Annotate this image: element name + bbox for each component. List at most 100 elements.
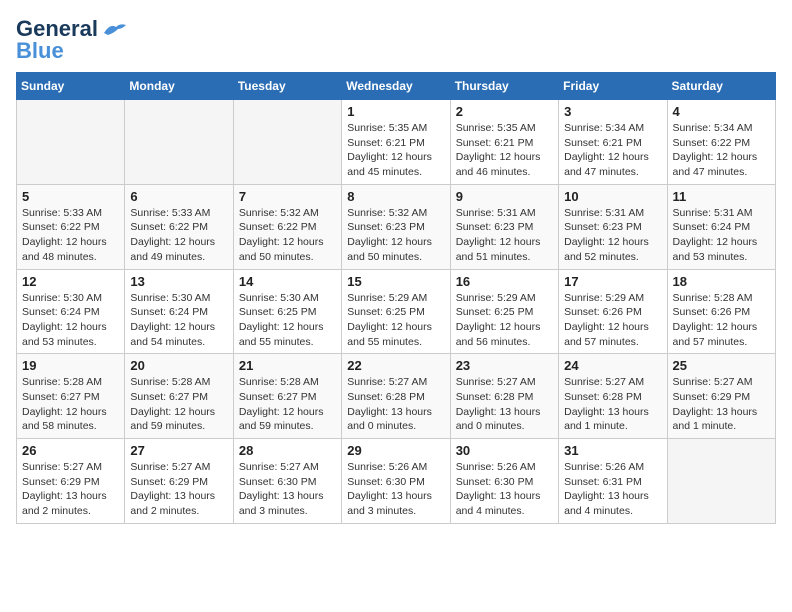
calendar-cell: 22 Sunrise: 5:27 AMSunset: 6:28 PMDayligh… xyxy=(342,354,450,439)
calendar-cell: 25Sunrise: 5:27 AMSunset: 6:29 PMDayligh… xyxy=(667,354,775,439)
day-number: 7 xyxy=(239,189,336,204)
day-info: Sunrise: 5:32 AMSunset: 6:22 PMDaylight:… xyxy=(239,206,336,265)
calendar-cell: 26 Sunrise: 5:27 AMSunset: 6:29 PMDayligh… xyxy=(17,439,125,524)
calendar-week-row: 12Sunrise: 5:30 AMSunset: 6:24 PMDayligh… xyxy=(17,269,776,354)
logo: General Blue xyxy=(16,16,128,64)
day-number: 5 xyxy=(22,189,119,204)
day-info: Sunrise: 5:33 AMSunset: 6:22 PMDaylight:… xyxy=(130,206,227,265)
calendar-cell: 11 Sunrise: 5:31 AMSunset: 6:24 PMDayligh… xyxy=(667,184,775,269)
day-info: Sunrise: 5:26 AMSunset: 6:30 PMDaylight:… xyxy=(347,460,444,519)
calendar-cell: 5 Sunrise: 5:33 AMSunset: 6:22 PMDaylight… xyxy=(17,184,125,269)
day-info: Sunrise: 5:28 AMSunset: 6:27 PMDaylight:… xyxy=(239,375,336,434)
day-info: Sunrise: 5:29 AMSunset: 6:25 PMDaylight:… xyxy=(456,291,553,350)
day-number: 26 xyxy=(22,443,119,458)
calendar-cell: 24 Sunrise: 5:27 AMSunset: 6:28 PMDayligh… xyxy=(559,354,667,439)
day-info: Sunrise: 5:32 AMSunset: 6:23 PMDaylight:… xyxy=(347,206,444,265)
calendar-cell: 31 Sunrise: 5:26 AMSunset: 6:31 PMDayligh… xyxy=(559,439,667,524)
day-number: 2 xyxy=(456,104,553,119)
calendar-cell: 4Sunrise: 5:34 AMSunset: 6:22 PMDaylight… xyxy=(667,100,775,185)
day-info: Sunrise: 5:26 AMSunset: 6:31 PMDaylight:… xyxy=(564,460,661,519)
calendar-cell xyxy=(667,439,775,524)
calendar-cell: 12Sunrise: 5:30 AMSunset: 6:24 PMDayligh… xyxy=(17,269,125,354)
calendar-table: SundayMondayTuesdayWednesdayThursdayFrid… xyxy=(16,72,776,524)
day-number: 11 xyxy=(673,189,770,204)
day-number: 8 xyxy=(347,189,444,204)
calendar-cell: 27 Sunrise: 5:27 AMSunset: 6:29 PMDayligh… xyxy=(125,439,233,524)
calendar-cell: 15 Sunrise: 5:29 AMSunset: 6:25 PMDayligh… xyxy=(342,269,450,354)
calendar-cell: 17 Sunrise: 5:29 AMSunset: 6:26 PMDayligh… xyxy=(559,269,667,354)
day-number: 17 xyxy=(564,274,661,289)
calendar-header-row: SundayMondayTuesdayWednesdayThursdayFrid… xyxy=(17,73,776,100)
day-info: Sunrise: 5:27 AMSunset: 6:29 PMDaylight:… xyxy=(22,460,119,519)
header-friday: Friday xyxy=(559,73,667,100)
day-info: Sunrise: 5:29 AMSunset: 6:25 PMDaylight:… xyxy=(347,291,444,350)
page-header: General Blue xyxy=(16,16,776,64)
header-sunday: Sunday xyxy=(17,73,125,100)
calendar-cell: 23Sunrise: 5:27 AMSunset: 6:28 PMDayligh… xyxy=(450,354,558,439)
calendar-cell xyxy=(17,100,125,185)
day-info: Sunrise: 5:35 AMSunset: 6:21 PMDaylight:… xyxy=(456,121,553,180)
day-info: Sunrise: 5:26 AMSunset: 6:30 PMDaylight:… xyxy=(456,460,553,519)
header-monday: Monday xyxy=(125,73,233,100)
day-number: 30 xyxy=(456,443,553,458)
day-info: Sunrise: 5:27 AMSunset: 6:29 PMDaylight:… xyxy=(673,375,770,434)
calendar-cell: 7 Sunrise: 5:32 AMSunset: 6:22 PMDaylight… xyxy=(233,184,341,269)
day-info: Sunrise: 5:29 AMSunset: 6:26 PMDaylight:… xyxy=(564,291,661,350)
day-number: 10 xyxy=(564,189,661,204)
day-number: 24 xyxy=(564,358,661,373)
day-info: Sunrise: 5:27 AMSunset: 6:29 PMDaylight:… xyxy=(130,460,227,519)
calendar-cell: 13Sunrise: 5:30 AMSunset: 6:24 PMDayligh… xyxy=(125,269,233,354)
calendar-cell: 10 Sunrise: 5:31 AMSunset: 6:23 PMDayligh… xyxy=(559,184,667,269)
day-number: 14 xyxy=(239,274,336,289)
calendar-week-row: 1 Sunrise: 5:35 AMSunset: 6:21 PMDaylight… xyxy=(17,100,776,185)
day-number: 21 xyxy=(239,358,336,373)
day-number: 18 xyxy=(673,274,770,289)
day-info: Sunrise: 5:30 AMSunset: 6:25 PMDaylight:… xyxy=(239,291,336,350)
day-number: 1 xyxy=(347,104,444,119)
header-tuesday: Tuesday xyxy=(233,73,341,100)
calendar-week-row: 5 Sunrise: 5:33 AMSunset: 6:22 PMDaylight… xyxy=(17,184,776,269)
calendar-cell: 1 Sunrise: 5:35 AMSunset: 6:21 PMDaylight… xyxy=(342,100,450,185)
day-number: 23 xyxy=(456,358,553,373)
day-number: 16 xyxy=(456,274,553,289)
day-number: 15 xyxy=(347,274,444,289)
calendar-week-row: 26 Sunrise: 5:27 AMSunset: 6:29 PMDayligh… xyxy=(17,439,776,524)
calendar-cell: 14 Sunrise: 5:30 AMSunset: 6:25 PMDayligh… xyxy=(233,269,341,354)
calendar-cell: 28 Sunrise: 5:27 AMSunset: 6:30 PMDayligh… xyxy=(233,439,341,524)
calendar-cell: 19 Sunrise: 5:28 AMSunset: 6:27 PMDayligh… xyxy=(17,354,125,439)
day-number: 22 xyxy=(347,358,444,373)
day-number: 12 xyxy=(22,274,119,289)
header-wednesday: Wednesday xyxy=(342,73,450,100)
calendar-cell xyxy=(233,100,341,185)
day-number: 31 xyxy=(564,443,661,458)
calendar-cell: 6Sunrise: 5:33 AMSunset: 6:22 PMDaylight… xyxy=(125,184,233,269)
day-info: Sunrise: 5:27 AMSunset: 6:28 PMDaylight:… xyxy=(347,375,444,434)
header-saturday: Saturday xyxy=(667,73,775,100)
day-number: 29 xyxy=(347,443,444,458)
calendar-cell: 3Sunrise: 5:34 AMSunset: 6:21 PMDaylight… xyxy=(559,100,667,185)
day-info: Sunrise: 5:31 AMSunset: 6:24 PMDaylight:… xyxy=(673,206,770,265)
calendar-cell: 30 Sunrise: 5:26 AMSunset: 6:30 PMDayligh… xyxy=(450,439,558,524)
calendar-cell: 8 Sunrise: 5:32 AMSunset: 6:23 PMDaylight… xyxy=(342,184,450,269)
day-info: Sunrise: 5:28 AMSunset: 6:26 PMDaylight:… xyxy=(673,291,770,350)
day-number: 9 xyxy=(456,189,553,204)
day-info: Sunrise: 5:34 AMSunset: 6:21 PMDaylight:… xyxy=(564,121,661,180)
calendar-cell: 18 Sunrise: 5:28 AMSunset: 6:26 PMDayligh… xyxy=(667,269,775,354)
calendar-cell: 16 Sunrise: 5:29 AMSunset: 6:25 PMDayligh… xyxy=(450,269,558,354)
day-number: 27 xyxy=(130,443,227,458)
day-info: Sunrise: 5:31 AMSunset: 6:23 PMDaylight:… xyxy=(456,206,553,265)
calendar-cell: 2 Sunrise: 5:35 AMSunset: 6:21 PMDaylight… xyxy=(450,100,558,185)
day-number: 20 xyxy=(130,358,227,373)
calendar-week-row: 19 Sunrise: 5:28 AMSunset: 6:27 PMDayligh… xyxy=(17,354,776,439)
day-info: Sunrise: 5:28 AMSunset: 6:27 PMDaylight:… xyxy=(130,375,227,434)
day-info: Sunrise: 5:33 AMSunset: 6:22 PMDaylight:… xyxy=(22,206,119,265)
calendar-cell xyxy=(125,100,233,185)
day-info: Sunrise: 5:27 AMSunset: 6:30 PMDaylight:… xyxy=(239,460,336,519)
day-number: 19 xyxy=(22,358,119,373)
day-number: 28 xyxy=(239,443,336,458)
calendar-cell: 21 Sunrise: 5:28 AMSunset: 6:27 PMDayligh… xyxy=(233,354,341,439)
day-info: Sunrise: 5:35 AMSunset: 6:21 PMDaylight:… xyxy=(347,121,444,180)
day-info: Sunrise: 5:28 AMSunset: 6:27 PMDaylight:… xyxy=(22,375,119,434)
day-info: Sunrise: 5:31 AMSunset: 6:23 PMDaylight:… xyxy=(564,206,661,265)
day-info: Sunrise: 5:27 AMSunset: 6:28 PMDaylight:… xyxy=(564,375,661,434)
